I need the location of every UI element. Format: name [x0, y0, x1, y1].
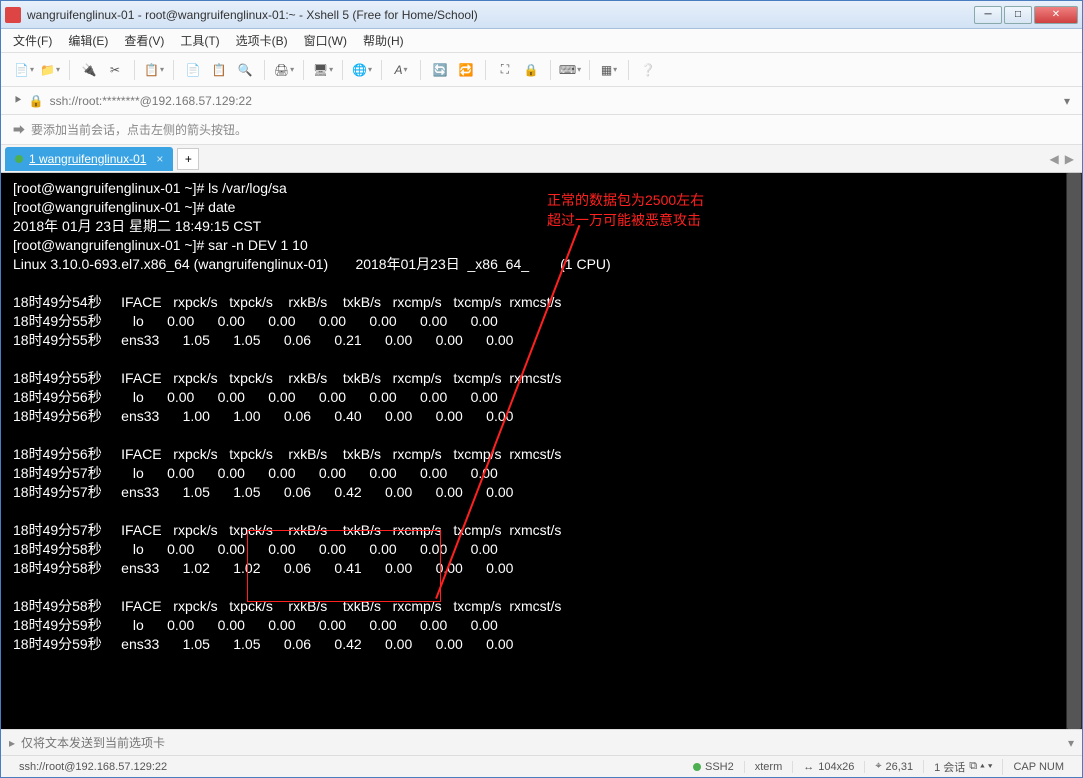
profile-button[interactable]: 📋	[143, 59, 165, 81]
paste-button[interactable]: 📋	[208, 59, 230, 81]
status-sessions: 1 会话 ⧉ ▴ ▾	[924, 759, 1003, 775]
address-url[interactable]: ssh://root:********@192.168.57.129:22	[50, 94, 252, 108]
copy-button[interactable]: 📄	[182, 59, 204, 81]
close-button[interactable]: ✕	[1034, 6, 1078, 24]
status-size: 104x26	[818, 761, 854, 773]
minimize-button[interactable]: ─	[974, 6, 1002, 24]
size-icon: ↔	[803, 761, 814, 773]
terminal-scrollbar[interactable]	[1066, 173, 1082, 729]
sync-button[interactable]: 🔁	[455, 59, 477, 81]
terminal-output: [root@wangruifenglinux-01 ~]# ls /var/lo…	[13, 179, 1070, 654]
addr-dropdown-icon[interactable]: ▾	[1064, 94, 1070, 108]
titlebar: wangruifenglinux-01 - root@wangruifengli…	[1, 1, 1082, 29]
cursor-icon: ⌖	[875, 760, 881, 773]
lock-icon: 🔒	[29, 94, 44, 108]
tab-prev-icon[interactable]: ◀	[1050, 152, 1059, 166]
send-bar: ▸ ▾	[1, 729, 1082, 755]
ssh-status-icon	[693, 763, 701, 771]
menu-view[interactable]: 查看(V)	[124, 32, 164, 49]
hint-bar: ⮕ 要添加当前会话，点击左侧的箭头按钮。	[1, 115, 1082, 145]
status-connection: ssh://root@192.168.57.129:22	[9, 761, 177, 773]
status-term: xterm	[745, 761, 794, 773]
status-cursor: 26,31	[886, 761, 914, 773]
highlight-box	[247, 530, 441, 602]
layout-button[interactable]: ▦	[598, 59, 620, 81]
tab-next-icon[interactable]: ▶	[1065, 152, 1074, 166]
addr-arrow-icon[interactable]: ⯈	[13, 93, 23, 108]
tab-label: 1 wangruifenglinux-01	[29, 152, 146, 166]
menubar: 文件(F) 编辑(E) 查看(V) 工具(T) 选项卡(B) 窗口(W) 帮助(…	[1, 29, 1082, 53]
screen-button[interactable]: 🖥	[312, 59, 334, 81]
fullscreen-button[interactable]: ⛶	[494, 59, 516, 81]
send-icon[interactable]: ▸	[9, 736, 15, 750]
send-dropdown-icon[interactable]: ▾	[1068, 736, 1074, 750]
app-icon	[5, 7, 21, 23]
terminal[interactable]: [root@wangruifenglinux-01 ~]# ls /var/lo…	[1, 173, 1082, 729]
menu-tools[interactable]: 工具(T)	[180, 32, 219, 49]
print-button[interactable]: 🖨	[273, 59, 295, 81]
status-caps: CAP NUM	[1003, 761, 1074, 773]
status-dot-icon	[15, 155, 23, 163]
disconnect-button[interactable]: ✂	[104, 59, 126, 81]
status-ssh: SSH2	[705, 761, 734, 773]
lock-button[interactable]: 🔒	[520, 59, 542, 81]
send-input[interactable]	[21, 734, 1062, 752]
find-button[interactable]: 🔍	[234, 59, 256, 81]
menu-tabs[interactable]: 选项卡(B)	[236, 32, 288, 49]
keyboard-button[interactable]: ⌨	[559, 59, 581, 81]
menu-help[interactable]: 帮助(H)	[363, 32, 404, 49]
globe-button[interactable]: 🌐	[351, 59, 373, 81]
reconnect-button[interactable]: 🔌	[78, 59, 100, 81]
window-title: wangruifenglinux-01 - root@wangruifengli…	[27, 8, 974, 22]
status-bar: ssh://root@192.168.57.129:22 SSH2 xterm …	[1, 755, 1082, 777]
tab-bar: 1 wangruifenglinux-01 × + ◀ ▶	[1, 145, 1082, 173]
menu-window[interactable]: 窗口(W)	[304, 32, 347, 49]
session-tab[interactable]: 1 wangruifenglinux-01 ×	[5, 147, 173, 171]
menu-edit[interactable]: 编辑(E)	[68, 32, 108, 49]
new-session-button[interactable]: 📄	[13, 59, 35, 81]
refresh-button[interactable]: 🔄	[429, 59, 451, 81]
font-button[interactable]: A	[390, 59, 412, 81]
menu-file[interactable]: 文件(F)	[13, 32, 52, 49]
tab-close-icon[interactable]: ×	[156, 152, 163, 166]
maximize-button[interactable]: □	[1004, 6, 1032, 24]
hint-text: 要添加当前会话，点击左侧的箭头按钮。	[31, 121, 247, 138]
help-button[interactable]: ❔	[637, 59, 659, 81]
new-tab-button[interactable]: +	[177, 148, 199, 170]
toolbar: 📄 📁 🔌 ✂ 📋 📄 📋 🔍 🖨 🖥 🌐 A 🔄 🔁 ⛶ 🔒 ⌨ ▦ ❔	[1, 53, 1082, 87]
open-button[interactable]: 📁	[39, 59, 61, 81]
annotation-text: 正常的数据包为2500左右 超过一万可能被恶意攻击	[547, 191, 704, 231]
hint-arrow-icon[interactable]: ⮕	[13, 121, 25, 138]
address-bar: ⯈ 🔒 ssh://root:********@192.168.57.129:2…	[1, 87, 1082, 115]
